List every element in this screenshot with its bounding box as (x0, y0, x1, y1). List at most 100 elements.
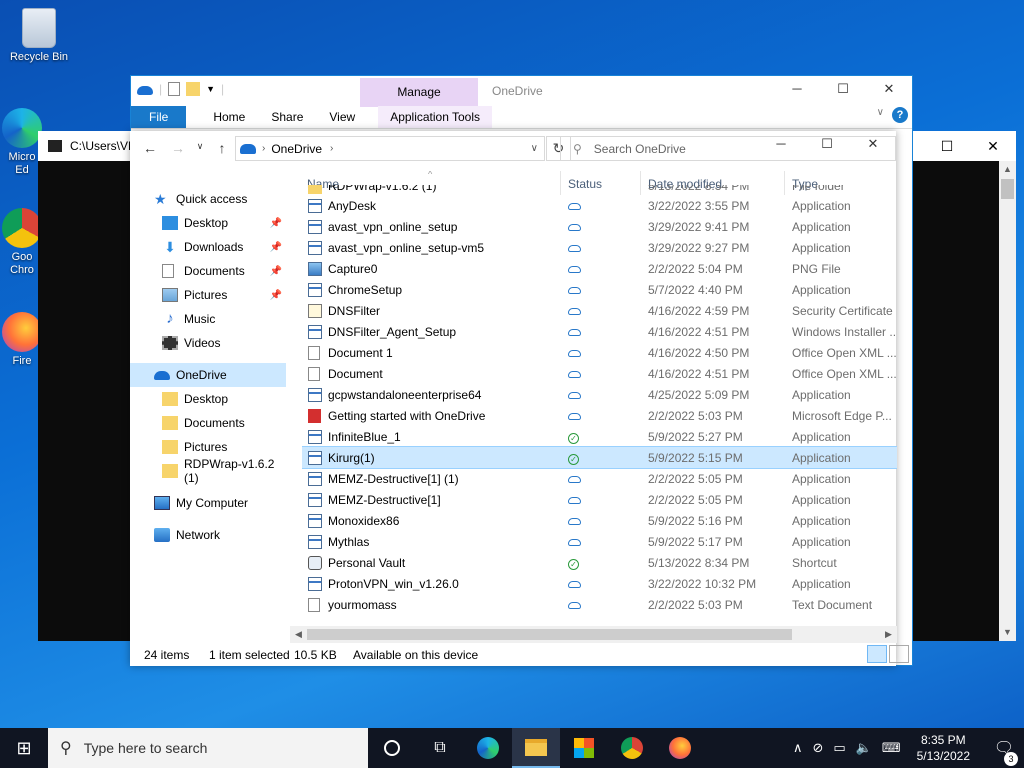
cortana-button[interactable] (368, 728, 416, 768)
nav-downloads[interactable]: ⬇ Downloads 📌 (130, 235, 286, 259)
console-scrollbar[interactable]: ▲ ▼ (999, 161, 1016, 641)
breadcrumb-chevron-icon[interactable]: › (330, 143, 333, 154)
nav-onedrive[interactable]: OneDrive (130, 363, 286, 387)
task-view-button[interactable]: ⧉ (416, 728, 464, 768)
file-date: 4/25/2022 5:09 PM (648, 387, 750, 402)
maximize-button[interactable]: ☐ (820, 76, 866, 102)
scroll-right-arrow-icon[interactable]: ▶ (880, 626, 897, 643)
file-row[interactable]: Monoxidex86 5/9/2022 5:16 PM Application (302, 510, 897, 531)
start-button[interactable]: ⊞ (0, 728, 48, 768)
file-row-partial[interactable]: RDPWrap-v1.6.2 (1) 5/13/2022 8:34 PM File … (302, 185, 897, 195)
taskbar-file-explorer[interactable] (512, 728, 560, 768)
file-row[interactable]: yourmomass 2/2/2022 5:03 PM Text Document (302, 594, 897, 615)
file-row[interactable]: InfiniteBlue_1 ✓ 5/9/2022 5:27 PM Applicati… (302, 426, 897, 447)
breadcrumb-separator-icon[interactable]: › (262, 143, 265, 154)
desktop-icon-edge[interactable]: Micro Ed (2, 108, 42, 177)
expand-ribbon-icon[interactable]: ∨ (877, 107, 884, 118)
file-row[interactable]: MEMZ-Destructive[1] 2/2/2022 5:05 PM Appli… (302, 489, 897, 510)
taskbar-chrome[interactable] (608, 728, 656, 768)
recent-locations-chevron-icon[interactable]: ∨ (188, 141, 212, 152)
tab-share[interactable]: Share (258, 106, 316, 128)
explorer-titlebar[interactable]: | ▼ | Manage OneDrive ─ ☐ ✕ (131, 76, 912, 107)
file-row[interactable]: DNSFilter 4/16/2022 4:59 PM Security Certi… (302, 300, 897, 321)
nav-onedrive-rdpwrap[interactable]: RDPWrap-v1.6.2 (1) (130, 457, 286, 485)
horizontal-scrollbar[interactable]: ◀ ▶ (290, 626, 897, 643)
file-row[interactable]: Personal Vault ✓ 5/13/2022 8:34 PM Shortcut (302, 552, 897, 573)
address-field[interactable]: › OneDrive › ∨ (235, 136, 545, 161)
forward-button[interactable]: → (166, 140, 190, 156)
nav-music[interactable]: ♪ Music (130, 307, 286, 331)
maximize-button[interactable]: ☐ (924, 138, 970, 155)
breadcrumb-onedrive[interactable]: OneDrive (271, 142, 322, 156)
properties-icon[interactable] (168, 82, 181, 96)
taskbar-firefox[interactable] (656, 728, 704, 768)
horizontal-scroll-thumb[interactable] (307, 629, 792, 640)
scroll-down-arrow-icon[interactable]: ▼ (999, 624, 1016, 641)
new-folder-icon[interactable] (186, 82, 201, 96)
edge-icon (2, 108, 42, 148)
scroll-up-arrow-icon[interactable]: ▲ (999, 161, 1016, 178)
status-bar: 24 items 1 item selected 10.5 KB Availab… (130, 645, 913, 665)
clock[interactable]: 8:35 PM 5/13/2022 (917, 732, 970, 764)
file-row[interactable]: Document 1 4/16/2022 4:50 PM Office Open X… (302, 342, 897, 363)
file-date: 2/2/2022 5:03 PM (648, 408, 743, 423)
taskbar-edge[interactable] (464, 728, 512, 768)
back-button[interactable]: ← (138, 140, 162, 156)
file-row[interactable]: avast_vpn_online_setup 3/29/2022 9:41 PM A… (302, 216, 897, 237)
file-row[interactable]: Capture0 2/2/2022 5:04 PM PNG File (302, 258, 897, 279)
file-row[interactable]: Getting started with OneDrive 2/2/2022 5:… (302, 405, 897, 426)
nav-network[interactable]: Network (130, 523, 286, 547)
network-icon[interactable]: ▭ (833, 740, 845, 756)
file-row[interactable]: ChromeSetup 5/7/2022 4:40 PM Application (302, 279, 897, 300)
keyboard-icon[interactable]: ⌨ (882, 740, 901, 756)
network-icon (154, 528, 170, 542)
file-row[interactable]: MEMZ-Destructive[1] (1) 2/2/2022 5:05 PM A… (302, 468, 897, 489)
nav-my-computer[interactable]: My Computer (130, 491, 286, 515)
application-icon (308, 534, 322, 549)
address-dropdown-icon[interactable]: ∨ (531, 143, 538, 154)
tab-home[interactable]: Home (200, 106, 258, 128)
tab-file[interactable]: File (131, 106, 187, 128)
scroll-left-arrow-icon[interactable]: ◀ (290, 626, 307, 643)
desktop-icon-firefox[interactable]: Fire (2, 312, 42, 368)
nav-quick-access[interactable]: ★ Quick access (130, 187, 286, 211)
tab-application-tools[interactable]: Application Tools (378, 106, 493, 128)
nav-onedrive-pictures[interactable]: Pictures (130, 435, 286, 459)
customize-qat-icon[interactable]: ▼ (206, 84, 215, 94)
maximize-button[interactable]: ☐ (804, 131, 850, 157)
nav-videos[interactable]: Videos (130, 331, 286, 355)
desktop-icon-chrome[interactable]: Goo Chro (2, 208, 42, 277)
nav-pictures-pinned[interactable]: Pictures 📌 (130, 283, 286, 307)
file-row[interactable]: Mythlas 5/9/2022 5:17 PM Application (302, 531, 897, 552)
file-row[interactable]: AnyDesk 3/22/2022 3:55 PM Application (302, 195, 897, 216)
nav-onedrive-desktop[interactable]: Desktop (130, 387, 286, 411)
close-button[interactable]: ✕ (866, 76, 912, 102)
action-center-button[interactable]: 🗨 3 (984, 738, 1024, 766)
up-button[interactable]: ↑ (210, 140, 234, 156)
file-row[interactable]: Document 4/16/2022 4:51 PM Office Open XML… (302, 363, 897, 384)
file-row[interactable]: avast_vpn_online_setup-vm5 3/29/2022 9:27… (302, 237, 897, 258)
file-row[interactable]: gcpwstandaloneenterprise64 4/25/2022 5:09… (302, 384, 897, 405)
large-icons-view-button[interactable] (889, 645, 909, 663)
file-row[interactable]: DNSFilter_Agent_Setup 4/16/2022 4:51 PM Wi… (302, 321, 897, 342)
file-row[interactable]: ProtonVPN_win_v1.26.0 3/22/2022 10:32 PM A… (302, 573, 897, 594)
help-icon[interactable]: ? (892, 107, 908, 123)
volume-icon[interactable]: 🔈 (856, 740, 872, 756)
file-row[interactable]: Kirurg(1) ✓ 5/9/2022 5:15 PM Application (302, 446, 897, 469)
minimize-button[interactable]: ─ (774, 76, 820, 102)
minimize-button[interactable]: ─ (758, 131, 804, 157)
details-view-button[interactable] (867, 645, 887, 663)
file-type: File folder (792, 185, 845, 193)
close-button[interactable]: ✕ (970, 138, 1016, 155)
nav-desktop-pinned[interactable]: Desktop 📌 (130, 211, 286, 235)
close-button[interactable]: ✕ (850, 131, 896, 157)
taskbar-search-box[interactable]: ⚲ Type here to search (48, 728, 368, 768)
nav-documents-pinned[interactable]: Documents 📌 (130, 259, 286, 283)
taskbar-store[interactable] (560, 728, 608, 768)
tab-view[interactable]: View (316, 106, 368, 128)
nav-onedrive-documents[interactable]: Documents (130, 411, 286, 435)
onedrive-sync-icon[interactable]: ⊘ (812, 740, 823, 756)
show-hidden-icons-chevron-icon[interactable]: ∧ (793, 740, 803, 756)
scroll-thumb[interactable] (1001, 179, 1014, 199)
desktop-icon-recycle-bin[interactable]: Recycle Bin (6, 8, 72, 64)
